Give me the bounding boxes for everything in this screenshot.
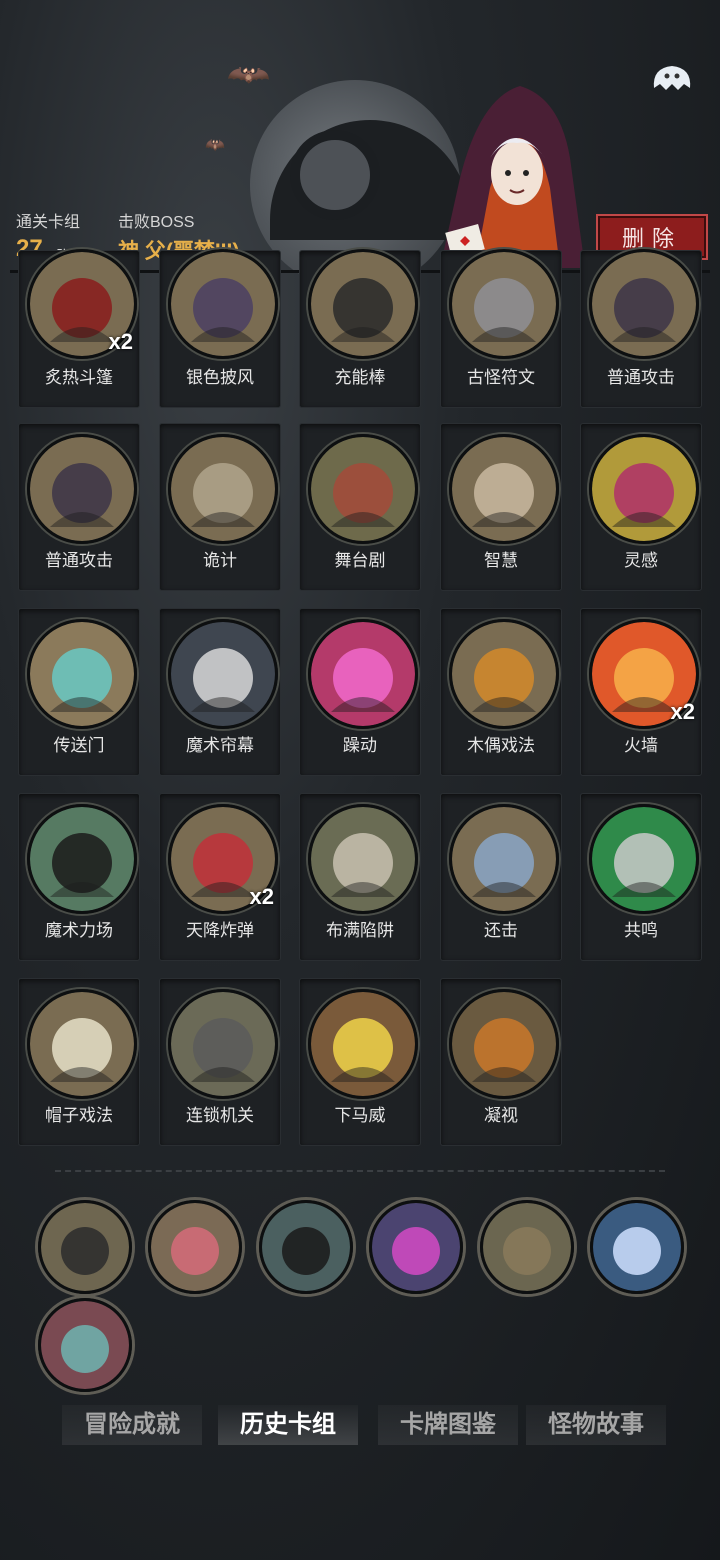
card-item[interactable]: 魔术帘幕 xyxy=(159,608,281,776)
boss-label: 击败BOSS xyxy=(118,214,195,231)
card-item[interactable]: 魔术力场 xyxy=(18,793,140,961)
card-name: 木偶戏法 xyxy=(467,736,535,755)
heroine-portrait xyxy=(440,86,585,268)
tab-card-compendium[interactable]: 卡牌图鉴 xyxy=(378,1405,518,1445)
card-name: 下马威 xyxy=(334,1106,386,1125)
quill-art xyxy=(589,249,699,359)
card-item[interactable]: 连锁机关 xyxy=(159,978,281,1146)
hooded-figure-relic[interactable] xyxy=(259,1200,353,1294)
card-count-badge: x2 xyxy=(249,884,274,909)
rune-art xyxy=(449,249,559,359)
dancer-relic[interactable] xyxy=(148,1200,242,1294)
owl-art xyxy=(449,989,559,1099)
card-item[interactable]: 古怪符文 xyxy=(440,249,562,408)
card-name: 还击 xyxy=(484,921,518,940)
spellbook-relic[interactable] xyxy=(369,1200,463,1294)
frenzy-art xyxy=(308,619,418,729)
trick-art xyxy=(168,434,278,544)
card-name: 诡计 xyxy=(203,551,237,570)
card-name: 共鸣 xyxy=(624,921,658,940)
curtain-art xyxy=(168,619,278,729)
card-item[interactable]: 躁动 xyxy=(299,608,421,776)
card-item[interactable]: 帽子戏法 xyxy=(18,978,140,1146)
cape-art xyxy=(168,249,278,359)
card-item[interactable]: 火墙 x2 xyxy=(580,608,702,776)
resonance-art xyxy=(589,804,699,914)
cannon-relic[interactable] xyxy=(38,1200,132,1294)
card-name: 古怪符文 xyxy=(467,368,535,387)
card-name: 银色披风 xyxy=(186,368,254,387)
card-item[interactable]: 天降炸弹 x2 xyxy=(159,793,281,961)
deck-header: 🦇 🦇 通关卡组 27 张 击败BOSS 神 父(噩梦III) 删除 xyxy=(0,0,720,275)
card-name: 连锁机关 xyxy=(186,1106,254,1125)
skull-art xyxy=(589,434,699,544)
tab-history-deck[interactable]: 历史卡组 xyxy=(218,1405,358,1445)
stage-art xyxy=(308,434,418,544)
card-item[interactable]: 还击 xyxy=(440,793,562,961)
card-item[interactable]: 布满陷阱 xyxy=(299,793,421,961)
card-name: 帽子戏法 xyxy=(45,1106,113,1125)
card-name: 凝视 xyxy=(484,1106,518,1125)
bat-icon: 🦇 xyxy=(205,137,225,154)
tab-monster-stories[interactable]: 怪物故事 xyxy=(526,1405,666,1445)
card-item[interactable]: 下马威 xyxy=(299,978,421,1146)
card-name: 魔术力场 xyxy=(45,921,113,940)
spikes-art xyxy=(308,804,418,914)
card-count-badge: x2 xyxy=(670,699,695,724)
deck-count-label: 通关卡组 xyxy=(16,214,81,231)
card-name: 布满陷阱 xyxy=(326,921,394,940)
card-item[interactable]: 普通攻击 xyxy=(18,423,140,591)
spiral-hill-decoration xyxy=(290,130,380,220)
card-item[interactable]: 智慧 xyxy=(440,423,562,591)
card-item[interactable]: 木偶戏法 xyxy=(440,608,562,776)
section-divider xyxy=(55,1170,665,1172)
card-name: 灵感 xyxy=(624,551,658,570)
gargoyle-relic[interactable] xyxy=(38,1298,132,1392)
card-name: 天降炸弹 xyxy=(186,921,254,940)
card-name: 火墙 xyxy=(624,736,658,755)
tab-adventure-achievements[interactable]: 冒险成就 xyxy=(62,1405,202,1445)
wand-art xyxy=(308,249,418,359)
statue-relic[interactable] xyxy=(480,1200,574,1294)
card-item[interactable]: 充能棒 xyxy=(299,249,421,408)
portal-art xyxy=(27,619,137,729)
card-name: 魔术帘幕 xyxy=(186,736,254,755)
card-name: 舞台剧 xyxy=(334,551,386,570)
card-name: 躁动 xyxy=(343,736,377,755)
card-item[interactable]: 传送门 xyxy=(18,608,140,776)
card-item[interactable]: 凝视 xyxy=(440,978,562,1146)
bat-icon: 🦇 xyxy=(226,62,271,87)
quill-art xyxy=(27,434,137,544)
card-item[interactable]: 银色披风 xyxy=(159,249,281,408)
card-item[interactable]: 共鸣 xyxy=(580,793,702,961)
ghost-icon[interactable] xyxy=(648,58,696,98)
magician-art xyxy=(27,804,137,914)
card-item[interactable]: 舞台剧 xyxy=(299,423,421,591)
card-name: 智慧 xyxy=(484,551,518,570)
card-item[interactable]: 普通攻击 xyxy=(580,249,702,408)
card-item[interactable]: 灵感 xyxy=(580,423,702,591)
wisdom-art xyxy=(449,434,559,544)
counter-art xyxy=(449,804,559,914)
card-name: 传送门 xyxy=(53,736,105,755)
trap-art xyxy=(168,989,278,1099)
card-name: 普通攻击 xyxy=(45,551,113,570)
card-item[interactable]: 炙热斗篷 x2 xyxy=(18,249,140,408)
card-name: 炙热斗篷 xyxy=(45,368,113,387)
card-item[interactable]: 诡计 xyxy=(159,423,281,591)
puppet-art xyxy=(449,619,559,729)
card-name: 充能棒 xyxy=(334,368,386,387)
compass-relic[interactable] xyxy=(590,1200,684,1294)
strike-art xyxy=(308,989,418,1099)
card-name: 普通攻击 xyxy=(607,368,675,387)
card-count-badge: x2 xyxy=(108,329,133,354)
rabbit-art xyxy=(27,989,137,1099)
